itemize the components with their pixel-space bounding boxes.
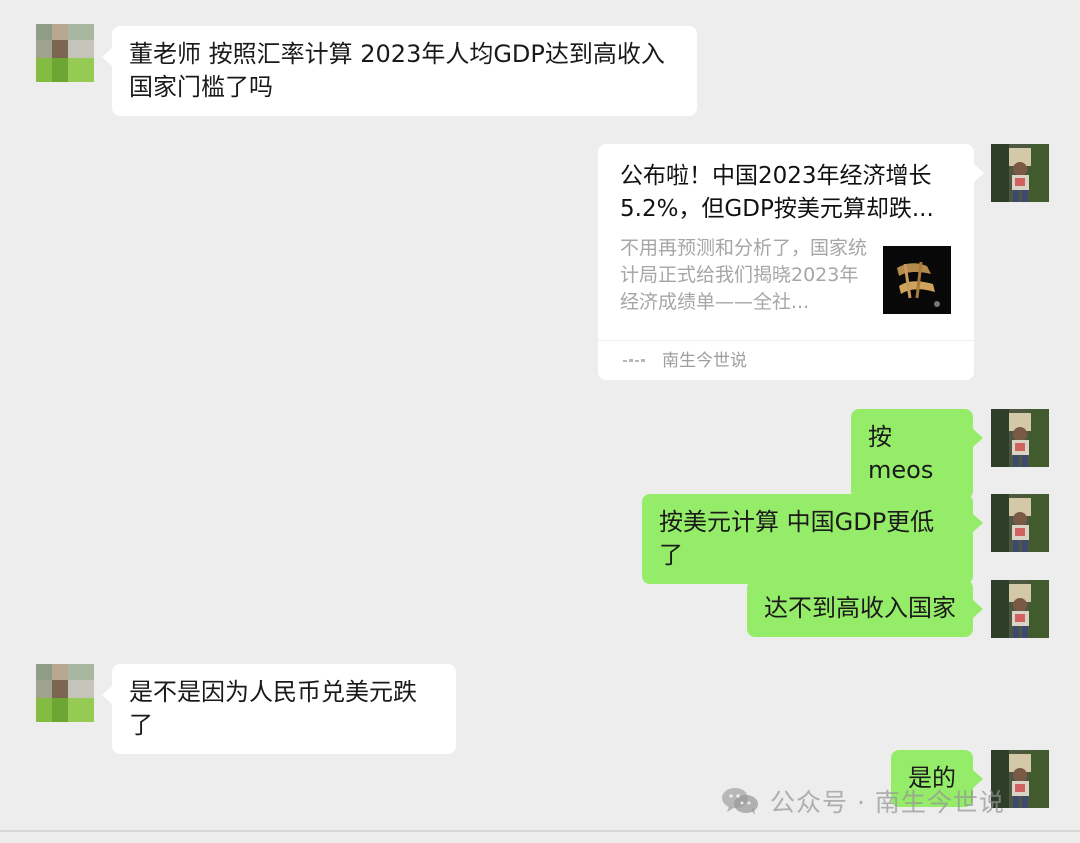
message-text: 按meos [868,423,934,484]
message-bubble[interactable]: 按美元计算 中国GDP更低了 [642,494,983,584]
wechat-icon [722,788,758,815]
child-photo-avatar-icon [991,144,1049,202]
message-text: 董老师 按照汇率计算 2023年人均GDP达到高收入国家门槛了吗 [129,40,665,101]
card-divider [598,340,974,341]
wechat-watermark: 公众号 · 南生今世说 [720,781,1005,821]
article-thumbnail [883,246,951,314]
account-logo-icon [622,352,646,370]
message-bubble[interactable]: 董老师 按照汇率计算 2023年人均GDP达到高收入国家门槛了吗 [102,26,697,116]
self-avatar[interactable] [991,409,1049,467]
self-avatar[interactable] [991,144,1049,202]
article-title: 公布啦！中国2023年经济增长5.2%，但GDP按美元算却跌... [620,163,934,222]
message-bubble[interactable]: 按meos [851,409,983,499]
article-source[interactable]: 南生今世说 [622,346,747,376]
contact-avatar[interactable] [36,24,94,82]
self-avatar[interactable] [991,494,1049,552]
article-card[interactable]: 公布啦！中国2023年经济增长5.2%，但GDP按美元算却跌... 不用再预测和… [598,144,984,380]
child-photo-avatar-icon [991,409,1049,467]
contact-avatar[interactable] [36,664,94,722]
message-bubble[interactable]: 是不是因为人民币兑美元跌了 [102,664,456,754]
child-photo-avatar-icon [991,580,1049,638]
message-text: 是不是因为人民币兑美元跌了 [129,678,417,739]
message-text: 达不到高收入国家 [764,594,956,622]
bottom-divider [0,830,1080,832]
article-thumbnail-icon [883,246,951,314]
watermark-text: 公众号 · 南生今世说 [770,788,1005,817]
article-source-name: 南生今世说 [662,351,747,371]
child-photo-avatar-icon [991,494,1049,552]
article-summary: 不用再预测和分析了，国家统计局正式给我们揭晓2023年经济成绩单——全社... [620,237,868,313]
message-text: 按美元计算 中国GDP更低了 [659,508,935,569]
blurred-avatar-icon [36,24,94,82]
blurred-avatar-icon [36,664,94,722]
message-bubble[interactable]: 达不到高收入国家 [747,580,983,637]
self-avatar[interactable] [991,580,1049,638]
